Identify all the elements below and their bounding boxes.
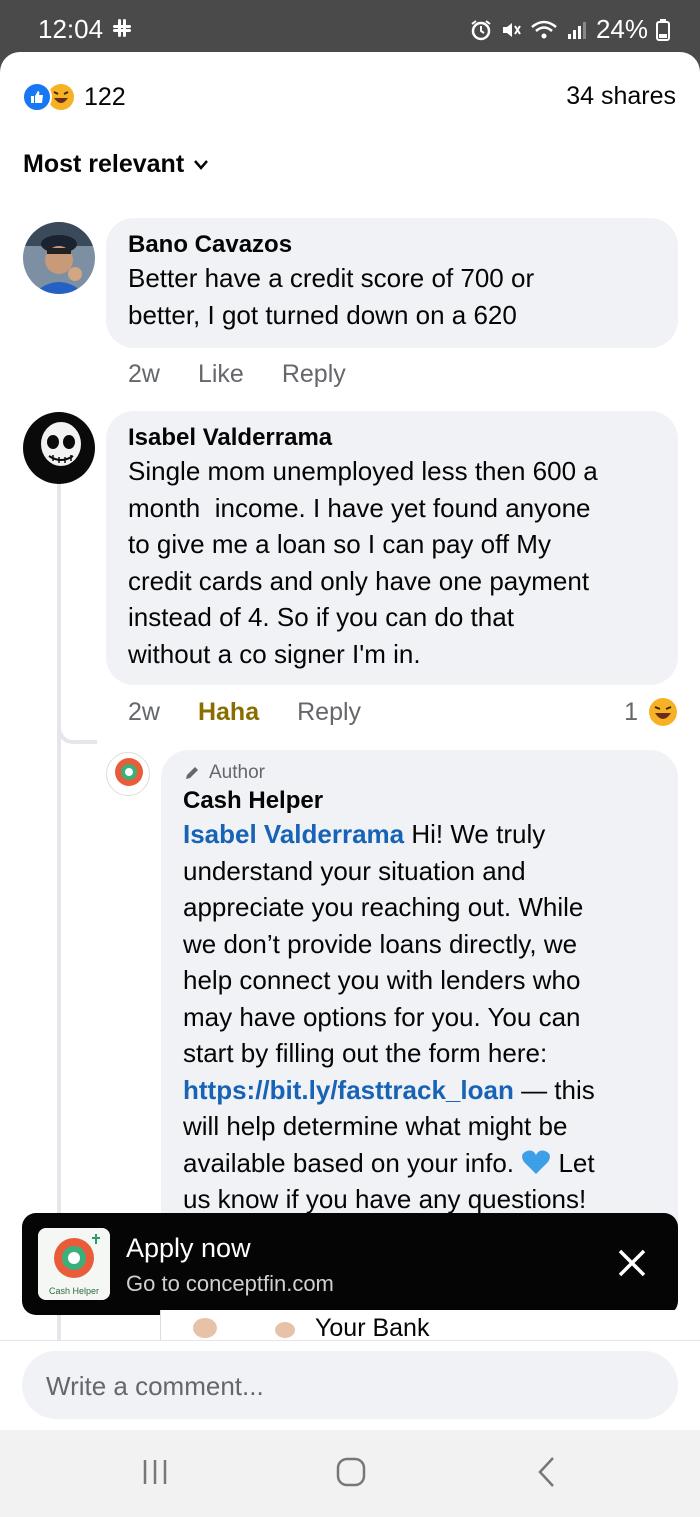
reaction-summary[interactable]: 122 — [22, 82, 126, 112]
close-icon[interactable] — [612, 1243, 652, 1283]
comment-actions: 2w Haha Reply — [128, 698, 361, 727]
slack-notification-icon — [113, 19, 131, 37]
android-nav-bar — [0, 1430, 700, 1517]
home-icon[interactable] — [335, 1456, 367, 1488]
avatar-bano[interactable] — [23, 222, 95, 294]
wifi-icon — [531, 20, 557, 38]
comment-text: Better have a credit score of 700 or bet… — [128, 263, 535, 330]
svg-text:Cash Helper: Cash Helper — [49, 1286, 99, 1296]
composer-bar: Write a comment... — [0, 1340, 700, 1430]
comment-text: Single mom unemployed less then 600 a mo… — [128, 456, 598, 669]
shares-count[interactable]: 34 shares — [566, 82, 676, 111]
mention-link[interactable]: Isabel Valderrama — [183, 819, 404, 849]
signal-icon — [567, 21, 586, 39]
ad-subtitle: Go to conceptfin.com — [126, 1271, 334, 1296]
ad-title[interactable]: Apply now — [126, 1233, 251, 1264]
comment-author[interactable]: Bano Cavazos — [128, 230, 656, 260]
like-button[interactable]: Like — [198, 360, 244, 389]
comment-input[interactable]: Write a comment... — [22, 1351, 678, 1419]
alarm-icon — [471, 19, 491, 40]
comment-actions: 2w Like Reply — [128, 360, 346, 389]
status-time: 12:04 — [38, 14, 104, 44]
comment-reaction-count[interactable]: 1 — [624, 697, 678, 727]
author-badge: Author — [183, 762, 656, 784]
pencil-icon — [186, 767, 198, 779]
like-reaction-icon — [22, 82, 52, 112]
back-icon[interactable] — [535, 1456, 559, 1488]
reaction-count: 122 — [84, 82, 126, 111]
comment-time: 2w — [128, 698, 160, 726]
sort-dropdown[interactable]: Most relevant — [23, 150, 209, 179]
link-preview-partial[interactable]: Your Bank — [160, 1310, 678, 1340]
thread-connector — [57, 720, 97, 744]
battery-level: 24% — [595, 14, 648, 44]
blue-heart-icon — [522, 1150, 551, 1174]
reply-text: Isabel Valderrama Hi! We truly understan… — [183, 819, 595, 1214]
comments-sheet: 122 34 shares Most relevant Bano Cavazos… — [0, 52, 700, 1430]
mute-icon — [502, 22, 521, 37]
ad-thumbnail: Cash Helper — [38, 1228, 110, 1300]
comment-bubble[interactable]: Bano Cavazos Better have a credit score … — [106, 218, 678, 348]
comment-time: 2w — [128, 360, 160, 388]
reply-author[interactable]: Cash Helper — [183, 786, 656, 816]
avatar-cash-helper[interactable] — [106, 752, 150, 796]
preview-image — [193, 1318, 295, 1338]
recent-apps-icon[interactable] — [140, 1456, 170, 1486]
comment-author[interactable]: Isabel Valderrama — [128, 423, 656, 453]
reply-button[interactable]: Reply — [282, 360, 346, 389]
comment-bubble[interactable]: Isabel Valderrama Single mom unemployed … — [106, 411, 678, 685]
battery-icon — [656, 18, 670, 41]
preview-text: Your Bank — [315, 1314, 430, 1340]
form-link[interactable]: https://bit.ly/fasttrack_loan — [183, 1075, 514, 1105]
chevron-down-icon — [194, 159, 209, 170]
avatar-isabel[interactable] — [23, 412, 95, 484]
sort-label: Most relevant — [23, 150, 185, 178]
status-bar: 12:04 24% — [0, 0, 700, 56]
status-icons: 24% — [470, 14, 670, 45]
haha-reaction-icon — [649, 698, 677, 726]
haha-reaction-button[interactable]: Haha — [198, 698, 259, 727]
ad-banner[interactable]: Cash Helper Apply now Go to conceptfin.c… — [22, 1213, 678, 1315]
reply-button[interactable]: Reply — [297, 698, 361, 727]
